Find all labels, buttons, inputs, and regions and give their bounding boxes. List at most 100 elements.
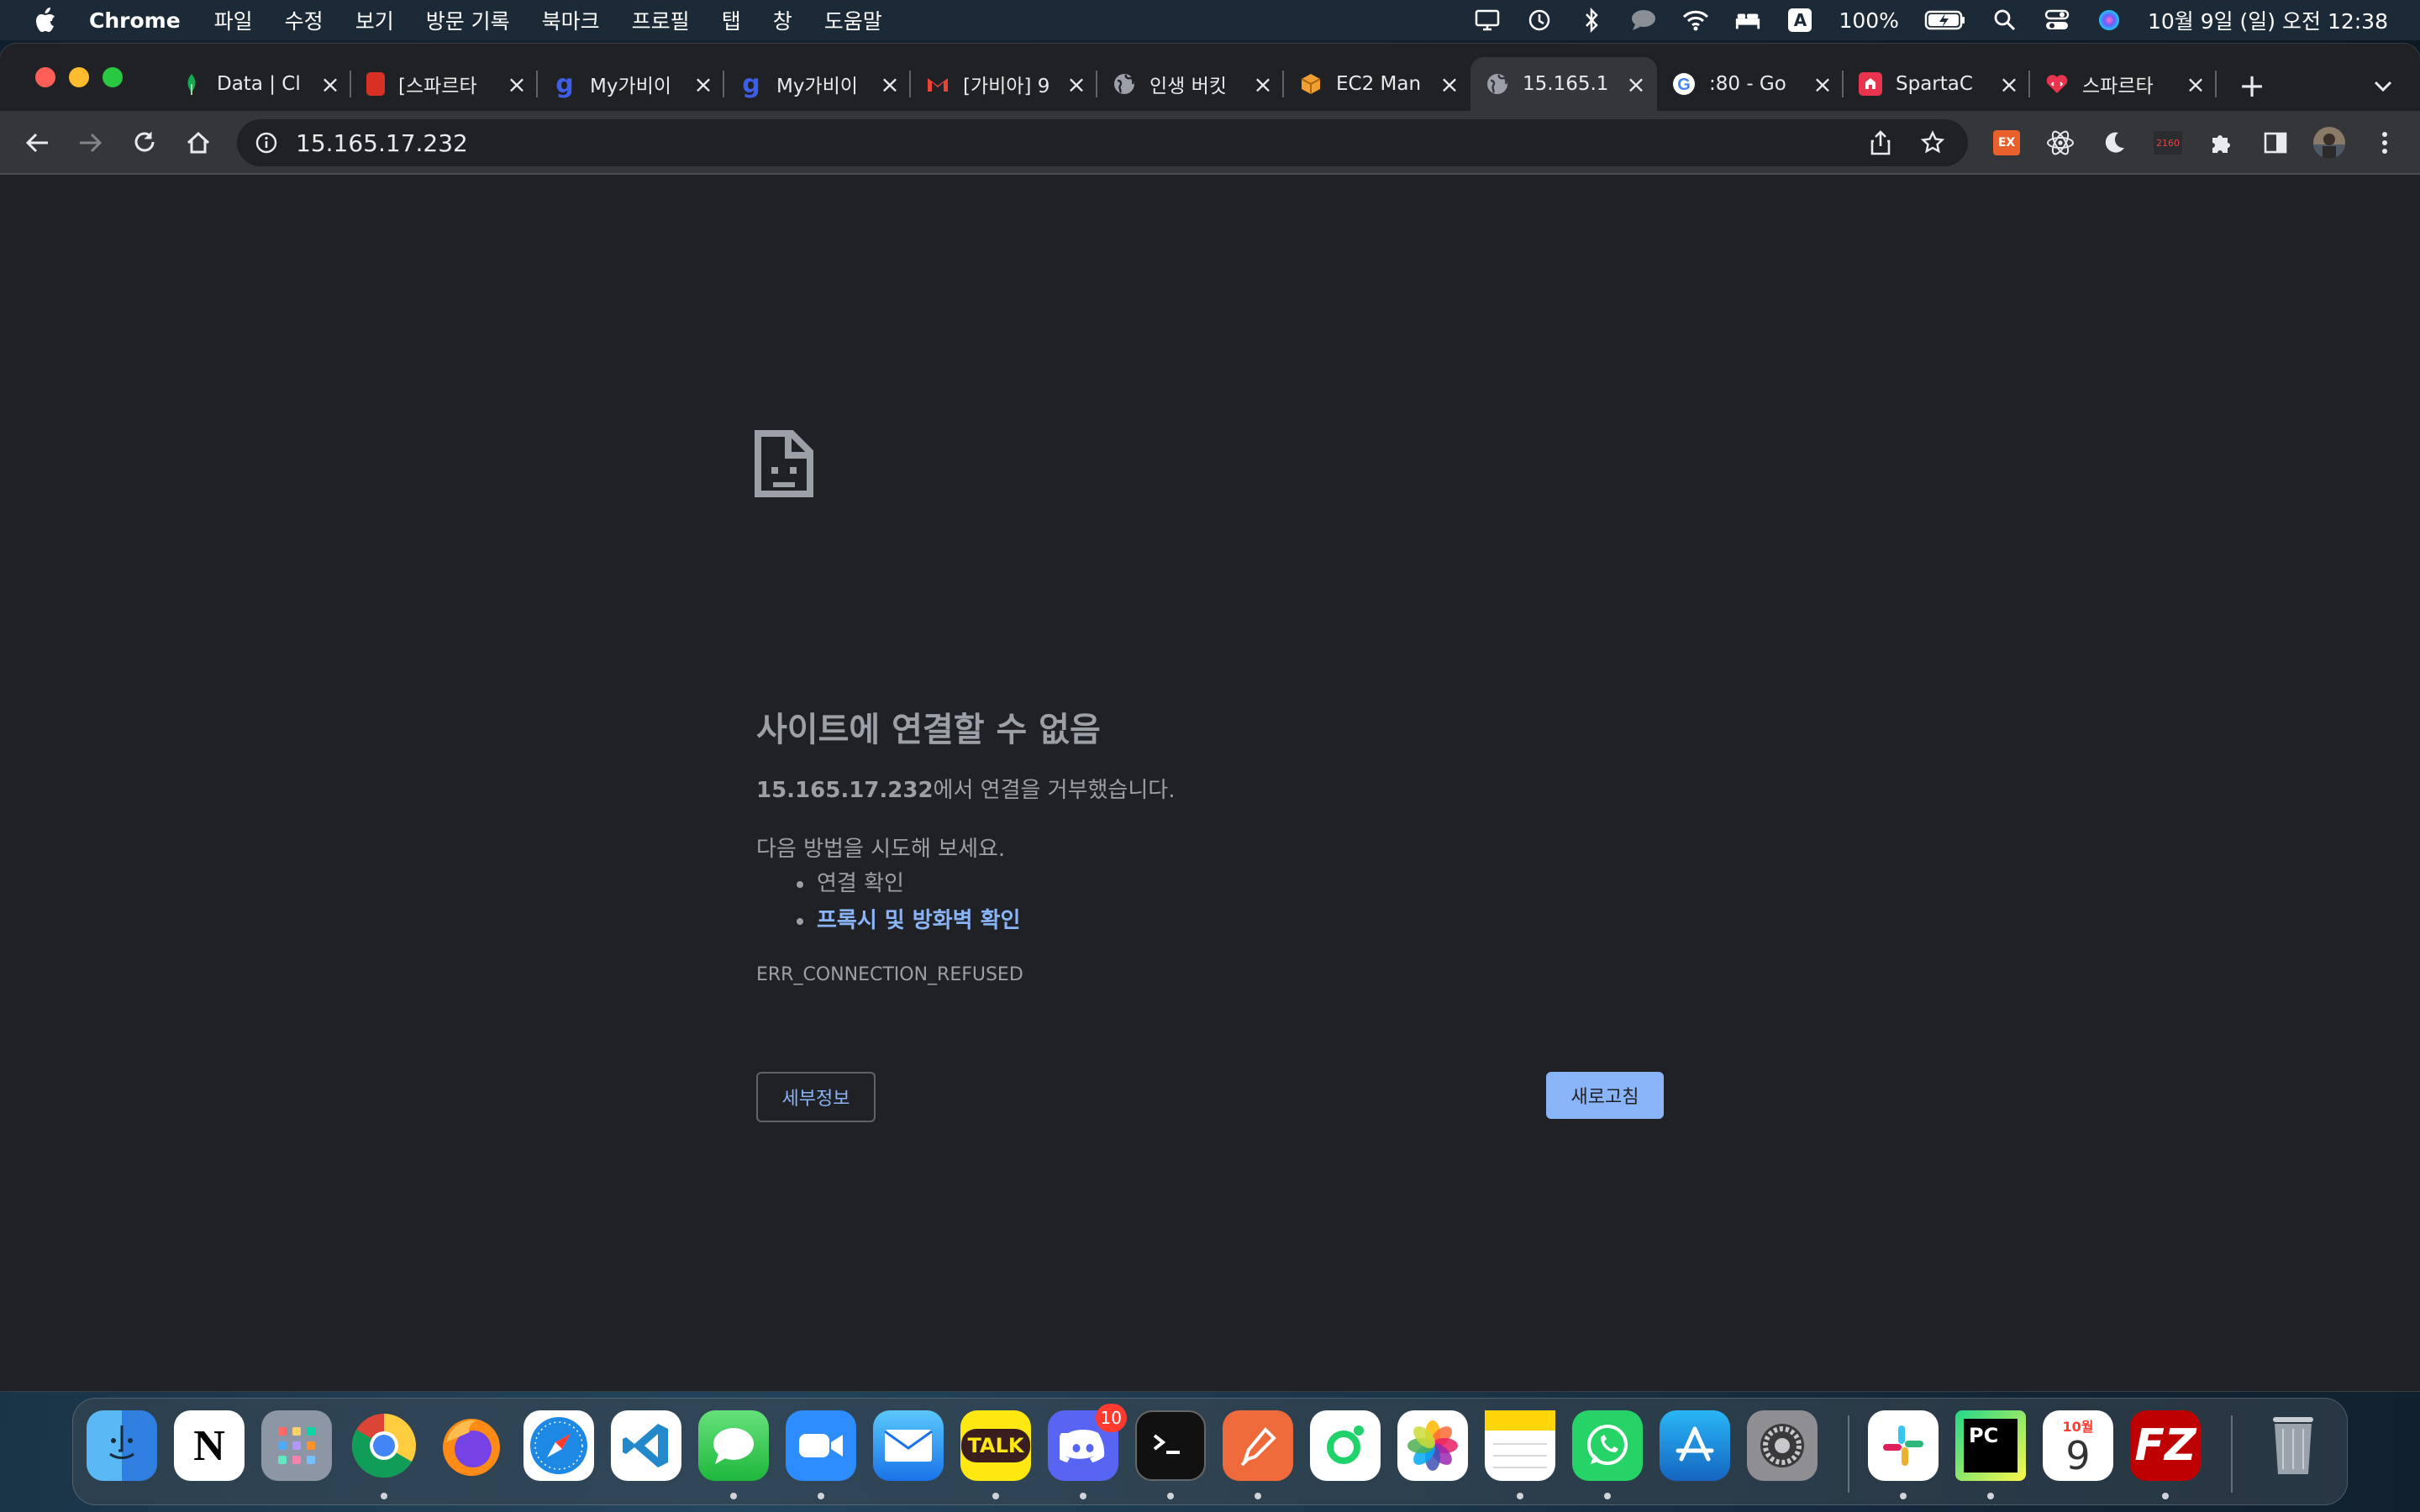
close-tab-icon[interactable]: × (1995, 70, 2023, 98)
display-icon[interactable] (1474, 8, 1501, 33)
zoom-icon[interactable] (786, 1410, 856, 1481)
details-button[interactable]: 세부정보 (756, 1072, 876, 1122)
close-tab-icon[interactable]: × (1622, 70, 1650, 98)
extension-counter-icon[interactable]: 2160 (2151, 126, 2185, 160)
launchpad-icon[interactable] (261, 1410, 332, 1481)
back-arrow-icon[interactable] (20, 126, 54, 160)
close-tab-icon[interactable]: × (876, 70, 904, 98)
siri-icon[interactable] (2096, 8, 2123, 33)
kakaotalk-icon[interactable]: TALK (960, 1410, 1031, 1481)
menu-help[interactable]: 도움말 (824, 5, 882, 35)
close-tab-icon[interactable]: × (1062, 70, 1091, 98)
close-tab-icon[interactable]: × (689, 70, 718, 98)
control-center-icon[interactable] (2044, 8, 2070, 33)
close-window-button[interactable] (35, 67, 55, 87)
profile-avatar[interactable] (2312, 126, 2346, 160)
filezilla-label: FZ (2134, 1420, 2196, 1471)
site-info-icon[interactable] (254, 130, 279, 155)
photos-icon[interactable] (1397, 1410, 1468, 1481)
postman-icon[interactable] (1223, 1410, 1293, 1481)
system-preferences-icon[interactable] (1747, 1410, 1818, 1481)
tab-bucket-list[interactable]: 인생 버킷 × (1097, 57, 1284, 111)
menu-file[interactable]: 파일 (214, 5, 253, 35)
close-tab-icon[interactable]: × (1435, 70, 1464, 98)
bed-icon[interactable] (1734, 8, 1761, 33)
input-source-icon[interactable]: A (1786, 8, 1813, 33)
tab-my-gabia-2[interactable]: g My가비이 × (724, 57, 911, 111)
spotlight-search-icon[interactable] (1991, 8, 2018, 33)
close-tab-icon[interactable]: × (2181, 70, 2210, 98)
pycharm-icon[interactable]: PC (1955, 1410, 2026, 1481)
close-tab-icon[interactable]: × (1808, 70, 1837, 98)
react-devtools-icon[interactable] (2044, 126, 2077, 160)
menu-view[interactable]: 보기 (355, 5, 394, 35)
error-refused-text: 에서 연결을 거부했습니다. (933, 778, 1176, 803)
side-panel-icon[interactable] (2259, 126, 2292, 160)
calendar-icon[interactable]: 10월 9 (2043, 1410, 2113, 1481)
tab-ip-active[interactable]: 15.165.1 × (1470, 57, 1657, 111)
wifi-icon[interactable] (1682, 8, 1709, 33)
safari-icon[interactable] (523, 1410, 594, 1481)
chrome-menu-icon[interactable] (2368, 126, 2402, 160)
menu-app-name[interactable]: Chrome (89, 8, 181, 33)
menu-tab[interactable]: 탭 (722, 5, 741, 35)
menu-profiles[interactable]: 프로필 (632, 5, 690, 35)
tab-gabia-mail[interactable]: [가비아] 9 × (911, 57, 1097, 111)
url-text[interactable]: 15.165.17.232 (296, 129, 1864, 157)
menu-bookmarks[interactable]: 북마크 (542, 5, 600, 35)
tab-sparta-heart[interactable]: 스파르타 × (2030, 57, 2217, 111)
time-machine-icon[interactable] (1526, 8, 1553, 33)
dark-mode-moon-icon[interactable] (2097, 126, 2131, 160)
finder-icon[interactable] (87, 1410, 157, 1481)
terminal-icon[interactable] (1135, 1410, 1206, 1481)
chat-bubble-icon[interactable] (1630, 8, 1657, 33)
suggestion-check-proxy-firewall-link[interactable]: 프록시 및 방화벽 확인 (797, 902, 1020, 939)
menu-clock[interactable]: 10월 9일 (일) 오전 12:38 (2148, 5, 2388, 35)
extensions-puzzle-icon[interactable] (2205, 126, 2238, 160)
battery-charging-icon[interactable] (1924, 8, 1966, 33)
camo-app-icon[interactable] (1310, 1410, 1381, 1481)
tab-search-chevron-icon[interactable] (2366, 69, 2400, 102)
messages-icon[interactable] (698, 1410, 769, 1481)
menu-history[interactable]: 방문 기록 (426, 5, 510, 35)
menu-window[interactable]: 창 (773, 5, 792, 35)
tab-google-search[interactable]: G :80 - Go × (1657, 57, 1844, 111)
tab-sparta-coding[interactable]: SpartaC × (1844, 57, 2030, 111)
reload-button[interactable]: 새로고침 (1546, 1072, 1664, 1119)
new-tab-button[interactable]: + (2235, 67, 2269, 104)
suggestions-list: 연결 확인 프록시 및 방화벽 확인 (797, 865, 1020, 939)
filezilla-icon[interactable]: FZ (2130, 1410, 2201, 1481)
forward-arrow-icon[interactable] (74, 126, 108, 160)
address-bar[interactable]: 15.165.17.232 (237, 119, 1968, 166)
bluetooth-icon[interactable] (1578, 8, 1605, 33)
close-tab-icon[interactable]: × (316, 70, 345, 98)
chrome-app-icon[interactable] (349, 1410, 419, 1481)
vscode-icon[interactable] (611, 1410, 681, 1481)
tab-ec2-management[interactable]: EC2 Man × (1284, 57, 1470, 111)
reload-icon[interactable] (128, 126, 161, 160)
close-tab-icon[interactable]: × (502, 70, 531, 98)
discord-icon[interactable]: 10 (1048, 1404, 1127, 1481)
tab-my-gabia-1[interactable]: g My가비이 × (538, 57, 724, 111)
share-icon[interactable] (1864, 126, 1897, 160)
tab-data-cloud[interactable]: Data | Cl × (165, 57, 351, 111)
tab-sparta-book[interactable]: [스파르타 × (351, 57, 538, 111)
mail-icon[interactable] (873, 1410, 944, 1481)
whatsapp-icon[interactable] (1572, 1410, 1643, 1481)
tab-title: [스파르타 (398, 76, 477, 97)
zoom-window-button[interactable] (103, 67, 123, 87)
extension-ex-icon[interactable]: EX (1990, 126, 2023, 160)
minimize-window-button[interactable] (69, 67, 89, 87)
heart-code-icon (2045, 72, 2069, 96)
trash-icon[interactable] (2258, 1410, 2328, 1481)
close-tab-icon[interactable]: × (1249, 70, 1277, 98)
home-icon[interactable] (182, 126, 215, 160)
notes-icon[interactable] (1485, 1410, 1555, 1481)
bookmark-star-icon[interactable] (1916, 126, 1949, 160)
firefox-icon[interactable] (436, 1410, 507, 1481)
slack-icon[interactable] (1868, 1410, 1939, 1481)
menu-edit[interactable]: 수정 (285, 5, 324, 35)
apple-icon[interactable] (30, 5, 59, 35)
app-store-icon[interactable] (1660, 1410, 1730, 1481)
notion-icon[interactable]: N (174, 1410, 245, 1481)
